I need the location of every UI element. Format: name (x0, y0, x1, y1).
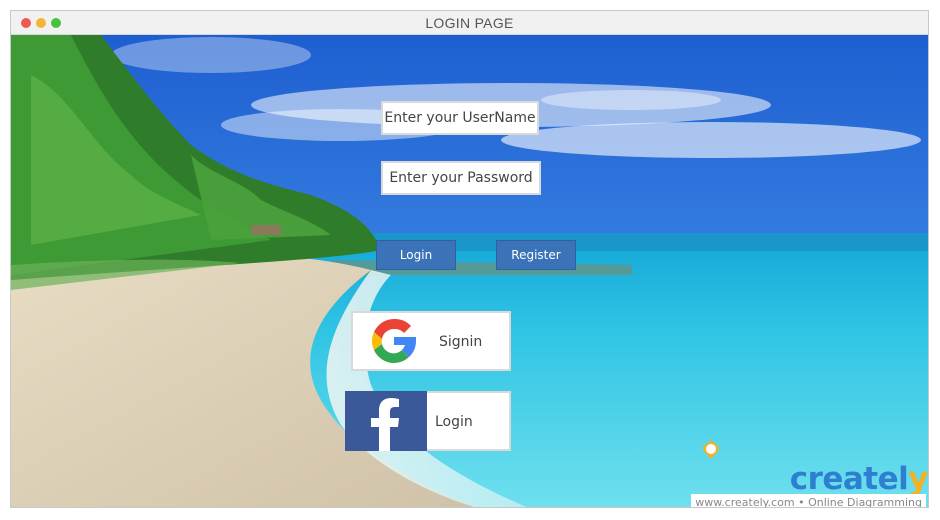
google-signin-button[interactable]: Signin (351, 311, 511, 371)
facebook-icon (345, 391, 427, 451)
google-icon (353, 313, 435, 369)
window-title: LOGIN PAGE (425, 15, 514, 31)
google-signin-label: Signin (439, 334, 483, 350)
creately-watermark: creately www.creately.com • Online Diagr… (691, 439, 928, 507)
username-input[interactable]: Enter your UserName (381, 101, 539, 135)
login-window: LOGIN PAGE Enter your UserName Enter you… (10, 10, 929, 508)
facebook-login-button[interactable]: Login (345, 391, 511, 451)
creately-tagline: www.creately.com • Online Diagramming (691, 494, 926, 507)
creately-logo: creately (789, 461, 928, 497)
lightbulb-icon (702, 439, 720, 458)
login-button[interactable]: Login (376, 240, 456, 270)
title-bar: LOGIN PAGE (11, 11, 928, 35)
beach-background: Enter your UserName Enter your Password … (11, 35, 928, 507)
facebook-login-label: Login (435, 414, 473, 430)
password-input[interactable]: Enter your Password (381, 161, 541, 195)
register-button[interactable]: Register (496, 240, 576, 270)
